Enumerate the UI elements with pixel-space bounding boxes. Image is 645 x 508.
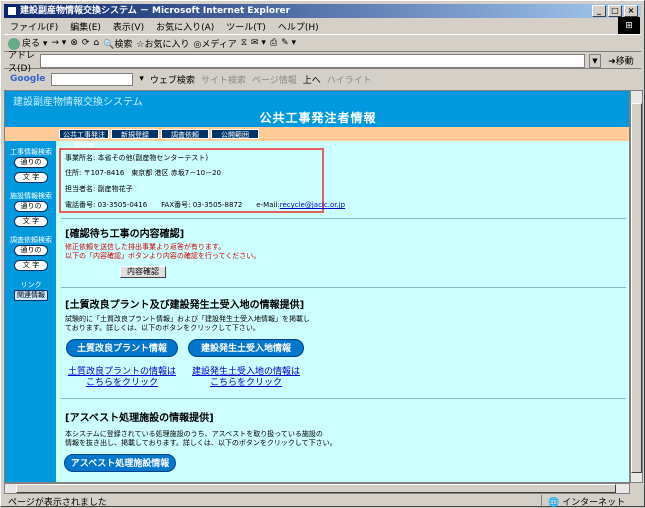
status-text: ページが表示されました — [8, 497, 107, 508]
go-button[interactable]: ➜移動 — [601, 54, 641, 67]
page-banner: 建設副産物情報交換システム 公共工事発注者情報 — [5, 91, 629, 127]
contact-numbers: 電話番号: 03-3505-0416 FAX番号: 03-3505-8872 e… — [65, 201, 346, 209]
soil-receiving-info-button[interactable]: 建設発生土受入地情報 — [188, 339, 304, 357]
nav-construction-search-list[interactable]: 通りの — [14, 157, 48, 168]
nav-heading-survey: 調査依頼検索 — [10, 236, 52, 244]
google-toolbar: Google ▾ ウェブ検索 サイト検索 ページ情報 上へ ハイライト — [4, 70, 641, 88]
menu-edit[interactable]: 編集(E) — [64, 20, 107, 33]
security-zone: 🌐 インターネット — [541, 494, 641, 508]
tab-public-scope[interactable]: 公開範囲 — [211, 129, 259, 139]
main-content: 事業所名: 本省その他(副産物センターテスト) 住所: 〒107-8416 東京… — [56, 141, 629, 482]
nav-construction-search-text[interactable]: 文 字 — [14, 172, 48, 183]
left-nav: 工事情報検索 通りの 文 字 施設情報検索 通りの 文 字 調査依頼検索 通りの… — [5, 141, 56, 482]
address-dropdown[interactable]: ▼ — [589, 53, 601, 68]
edit-icon[interactable]: ✎ ▾ — [281, 38, 296, 48]
toolbar: 戻る ▾ → ▾ ⊗ ⟳ ⌂ 🔍検索 ☆お気に入り ◎メディア ⧖ ✉ ▾ ⎙ … — [4, 34, 641, 52]
nav-facility-search-text[interactable]: 文 字 — [14, 216, 48, 227]
contact-person: 担当者名: 副産物花子 — [65, 185, 133, 193]
confirm-note-2: 以下の「内容確認」ボタンより内容の確認を行ってください。 — [65, 252, 261, 260]
menu-favorites[interactable]: お気に入り(A) — [150, 20, 220, 33]
menu-view[interactable]: 表示(V) — [107, 20, 150, 33]
menu-file[interactable]: ファイル(F) — [4, 20, 64, 33]
email-link[interactable]: recycle@jacic.or.jp — [280, 201, 345, 209]
address-input[interactable] — [40, 53, 585, 68]
nav-related-info-button[interactable]: 関連情報 — [14, 290, 48, 301]
vertical-scroll-thumb[interactable] — [631, 103, 642, 473]
plant-heading: [土質改良プラント及び建設発生土受入地の情報提供] — [65, 300, 305, 311]
site-search-button[interactable]: サイト検索 — [201, 73, 246, 86]
google-search-input[interactable] — [51, 72, 134, 86]
title-bar: 建設副産物情報交換システム － Microsoft Internet Explo… — [4, 4, 641, 18]
refresh-button[interactable]: ⟳ — [82, 38, 90, 48]
office-address: 住所: 〒107-8416 東京都 港区 赤坂7－10－20 — [65, 169, 222, 177]
search-button[interactable]: 🔍検索 — [103, 37, 132, 50]
menu-tools[interactable]: ツール(T) — [220, 20, 272, 33]
tab-strip: 公共工事発注者情報 新規登録 調査依頼 公開範囲 — [5, 127, 629, 149]
address-bar: アドレス(D) ▼ ➜移動 — [4, 51, 641, 74]
windows-logo-icon: ⊞ — [618, 17, 640, 35]
confirm-heading: [確認待ち工事の内容確認] — [65, 229, 185, 240]
tab-new-registration[interactable]: 新規登録 — [111, 129, 159, 139]
nav-heading-facility: 施設情報検索 — [10, 192, 52, 200]
tab-survey-request[interactable]: 調査依頼 — [161, 129, 209, 139]
home-button[interactable]: ⌂ — [93, 38, 99, 48]
page-info-button[interactable]: ページ情報 — [252, 73, 297, 86]
menu-help[interactable]: ヘルプ(H) — [272, 20, 325, 33]
web-search-button[interactable]: ウェブ検索 — [150, 73, 195, 86]
history-icon[interactable]: ⧖ — [241, 38, 247, 48]
divider — [61, 398, 626, 399]
media-button[interactable]: ◎メディア — [193, 37, 236, 50]
status-bar: ページが表示されました 🌐 インターネット — [4, 494, 641, 508]
mail-icon[interactable]: ✉ ▾ — [251, 38, 266, 48]
page-title: 公共工事発注者情報 — [259, 111, 377, 125]
page-viewport: 建設副産物情報交換システム 公共工事発注者情報 公共工事発注者情報 新規登録 調… — [4, 90, 630, 483]
ie-icon — [7, 6, 17, 16]
nav-heading-links: リンク — [20, 281, 42, 289]
nav-survey-search-text[interactable]: 文 字 — [14, 260, 48, 271]
menu-bar: ファイル(F) 編集(E) 表示(V) お気に入り(A) ツール(T) ヘルプ(… — [4, 19, 641, 33]
maximize-button[interactable]: □ — [608, 5, 622, 17]
divider — [61, 287, 626, 288]
google-search-dropdown[interactable]: ▾ — [139, 74, 144, 84]
plant-desc-2: ております。詳しくは、以下のボタンをクリックして下さい。 — [65, 324, 260, 332]
system-name: 建設副産物情報交換システム — [13, 97, 143, 108]
nav-heading-construction: 工事情報検索 — [10, 148, 52, 156]
forward-button[interactable]: → ▾ — [51, 38, 66, 48]
highlight-button[interactable]: ハイライト — [327, 73, 372, 86]
print-icon[interactable]: ⎙ — [270, 38, 277, 48]
soil-receiving-link[interactable]: 建設発生土受入地の情報は こちらをクリック — [186, 367, 306, 389]
google-logo[interactable]: Google — [10, 74, 45, 84]
browser-window: 建設副産物情報交換システム － Microsoft Internet Explo… — [0, 0, 645, 508]
office-name: 事業所名: 本省その他(副産物センターテスト) — [65, 154, 209, 162]
divider — [61, 218, 626, 219]
favorites-button[interactable]: ☆お気に入り — [136, 37, 189, 50]
confirm-content-button[interactable]: 内容確認 — [120, 266, 166, 278]
asbestos-desc-2: 情報を抜き出し、掲載しております。詳しくは、以下のボタンをクリックして下さい。 — [65, 439, 337, 447]
stop-button[interactable]: ⊗ — [70, 38, 78, 48]
soil-plant-info-button[interactable]: 土質改良プラント情報 — [66, 339, 178, 357]
nav-survey-search-list[interactable]: 通りの — [14, 245, 48, 256]
vertical-scrollbar[interactable] — [630, 90, 643, 483]
horizontal-scroll-thumb[interactable] — [16, 484, 616, 493]
orderer-info-box: 事業所名: 本省その他(副産物センターテスト) 住所: 〒107-8416 東京… — [59, 148, 345, 213]
window-title: 建設副産物情報交換システム － Microsoft Internet Explo… — [20, 6, 291, 16]
tab-orderer-info[interactable]: 公共工事発注者情報 — [59, 129, 109, 149]
close-button[interactable]: × — [624, 5, 638, 17]
nav-facility-search-list[interactable]: 通りの — [14, 201, 48, 212]
up-button[interactable]: 上へ — [303, 73, 321, 86]
asbestos-heading: [アスベスト処理施設の情報提供] — [65, 413, 214, 424]
soil-plant-link[interactable]: 土質改良プラントの情報は こちらをクリック — [66, 367, 178, 389]
minimize-button[interactable]: _ — [592, 5, 606, 17]
asbestos-facility-button[interactable]: アスベスト処理施設情報 — [64, 454, 176, 472]
horizontal-scrollbar[interactable] — [4, 483, 630, 494]
